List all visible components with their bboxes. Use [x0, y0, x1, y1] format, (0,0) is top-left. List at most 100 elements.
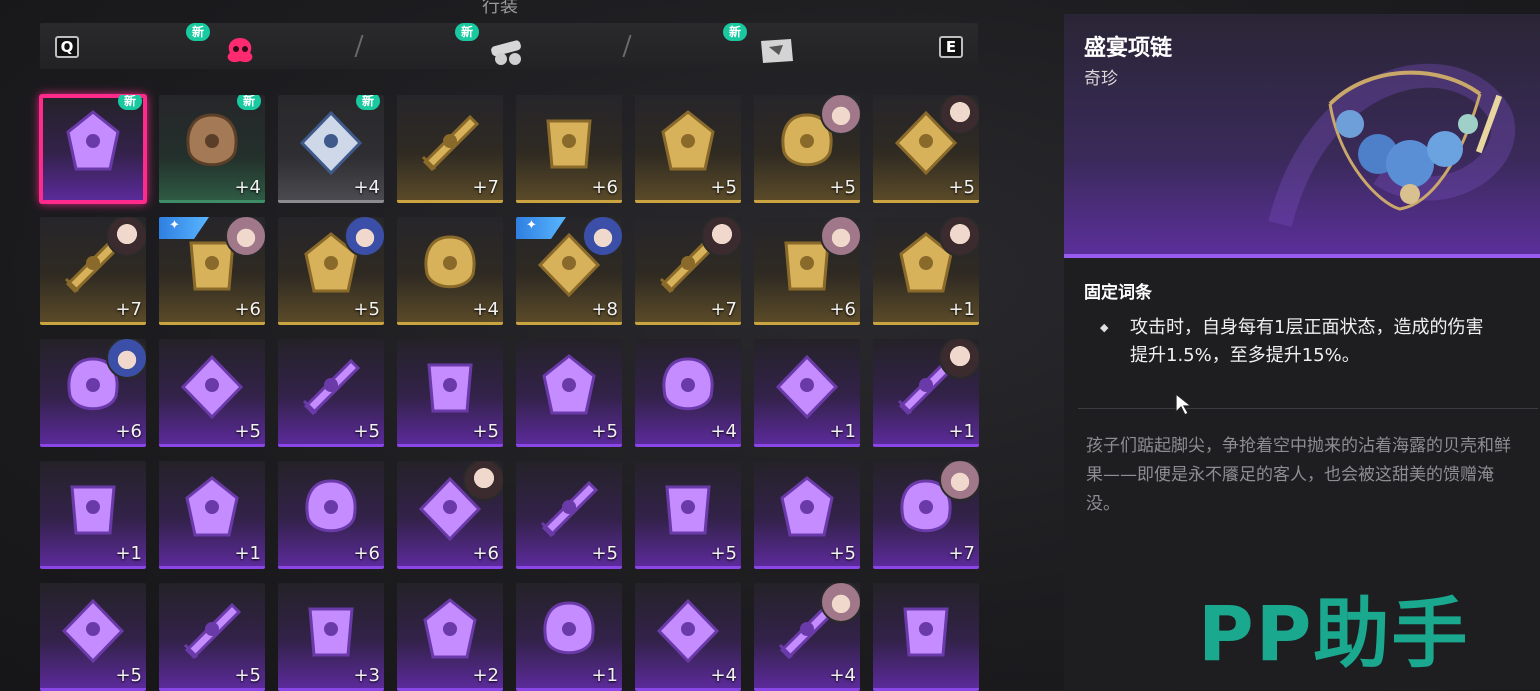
inventory-slot-iron-armor[interactable]: +1 — [516, 583, 622, 691]
item-lore: 孩子们踮起脚尖，争抢着空中抛来的沾着海露的贝壳和鲜果——即便是永不餍足的客人，也… — [1086, 436, 1511, 514]
inventory-slot-plate-armor[interactable]: +5 — [159, 583, 265, 691]
inventory-slot-red-beast[interactable]: +7 — [635, 217, 741, 325]
inventory-slot-striped-shirt[interactable]: 新 +4 — [278, 95, 384, 203]
upgrade-level: +4 — [234, 177, 261, 198]
tab-accessories[interactable]: 新 — [186, 23, 270, 65]
inventory-slot-vest[interactable]: +3 — [278, 583, 384, 691]
owner-avatar — [939, 461, 979, 501]
inventory-slot-pirate-hat[interactable]: +4 — [397, 217, 503, 325]
cloak-icon — [61, 598, 125, 664]
harp-gold-icon — [185, 476, 239, 537]
divider — [1078, 408, 1538, 409]
inventory-slot-flintlock[interactable]: +6 — [40, 339, 146, 447]
inventory-slot-blue-gem[interactable] — [873, 583, 979, 691]
inventory-slot-banner[interactable]: +1 — [40, 461, 146, 569]
mask-flower-icon — [227, 38, 253, 63]
new-badge: 新 — [236, 95, 261, 110]
owner-avatar — [820, 583, 860, 623]
inventory-slot-flintlock[interactable]: +4 — [635, 339, 741, 447]
new-badge: 新 — [455, 23, 480, 41]
inventory-slot-harp-blue[interactable]: +5 — [278, 339, 384, 447]
inventory-slot-necklace[interactable]: 新 — [39, 94, 147, 204]
inventory-slot-dagger-dark[interactable]: +1 — [754, 339, 860, 447]
inventory-slot-blue-mask[interactable]: +6 — [159, 217, 265, 325]
upgrade-level: +6 — [353, 543, 380, 564]
prev-tab-key[interactable]: Q — [55, 36, 79, 58]
owner-avatar — [939, 95, 979, 135]
upgrade-level: +4 — [829, 665, 856, 686]
affix-text: 攻击时，自身每有1层正面状态，造成的伤害提升1.5%，至多提升15%。 — [1130, 317, 1484, 366]
inventory-slot-tall-boot[interactable]: +4 — [754, 583, 860, 691]
inventory-slot-feather-mantle[interactable]: +2 — [397, 583, 503, 691]
inventory-slot-gold-gauntlet[interactable]: +5 — [873, 95, 979, 203]
upgrade-level: +6 — [591, 177, 618, 198]
owner-avatar — [582, 217, 622, 257]
upgrade-level: +1 — [829, 421, 856, 442]
inventory-slot-skull-helm[interactable]: +5 — [635, 95, 741, 203]
upgrade-level: +4 — [710, 665, 737, 686]
banner-icon — [70, 485, 116, 535]
dagger-dark-icon — [775, 354, 839, 420]
tab-separator — [622, 35, 632, 57]
inventory-slot-jester-mask[interactable]: +5 — [516, 461, 622, 569]
inventory-slot-gold-helm[interactable]: +5 — [278, 217, 384, 325]
upgrade-level: +5 — [710, 177, 737, 198]
upgrade-level: +5 — [829, 543, 856, 564]
upgrade-level: +5 — [234, 421, 261, 442]
next-tab-key[interactable]: E — [939, 36, 963, 58]
inventory-slot-boot[interactable]: +4 — [635, 583, 741, 691]
inventory-slot-dagger-dark[interactable]: +1 — [873, 339, 979, 447]
item-detail-header: 盛宴项链 奇珍 — [1064, 14, 1540, 258]
harp-pink-icon — [542, 354, 596, 415]
affix-line: 攻击时，自身每有1层正面状态，造成的伤害提升1.5%，至多提升15%。 — [1100, 314, 1500, 370]
upgrade-level: +6 — [234, 299, 261, 320]
inventory-slot-top-hat[interactable]: +5 — [754, 461, 860, 569]
inventory-slot-leaf-armor[interactable]: +8 — [516, 217, 622, 325]
inventory-slot-purple-gauntlet[interactable]: +1 — [873, 217, 979, 325]
inventory-slot-flame-gauntlet[interactable]: +5 — [754, 95, 860, 203]
owner-avatar — [820, 217, 860, 257]
inventory-slot-red-armor[interactable]: +6 — [754, 217, 860, 325]
tab-weapons[interactable]: 新 — [455, 23, 537, 65]
upgrade-level: +5 — [353, 421, 380, 442]
upgrade-level: +5 — [591, 421, 618, 442]
inventory-slot-cloak[interactable]: +5 — [40, 583, 146, 691]
upgrade-level: +5 — [710, 543, 737, 564]
inventory-slot-jester-mask[interactable]: +6 — [278, 461, 384, 569]
upgrade-level: +1 — [948, 421, 975, 442]
scroll-flag-icon — [761, 39, 793, 63]
inventory-slot-dagger[interactable]: +7 — [397, 95, 503, 203]
potion-icon — [427, 363, 473, 413]
upgrade-level: +1 — [591, 665, 618, 686]
upgrade-level: +5 — [115, 665, 142, 686]
inventory-slot-gold-mask[interactable]: +6 — [397, 461, 503, 569]
jester-mask-icon — [305, 479, 357, 533]
owner-avatar — [344, 217, 384, 257]
top-hat-icon — [780, 476, 834, 537]
inventory-slot-skull-helm[interactable]: +6 — [516, 95, 622, 203]
skull-helm-icon — [546, 119, 592, 169]
upgrade-level: +7 — [472, 177, 499, 198]
inventory-slot-witch-hat[interactable]: +5 — [635, 461, 741, 569]
item-rarity: 奇珍 — [1084, 69, 1118, 89]
inventory-slot-steel-armor[interactable]: +7 — [873, 461, 979, 569]
mouse-cursor-icon — [1175, 392, 1193, 416]
new-badge: 新 — [117, 95, 142, 110]
upgrade-level: +8 — [591, 299, 618, 320]
tab-misc[interactable]: 新 — [723, 23, 805, 65]
inventory-slot-harp-pink[interactable]: +5 — [516, 339, 622, 447]
inventory-slot-potion[interactable]: +5 — [397, 339, 503, 447]
upgrade-level: +5 — [472, 421, 499, 442]
striped-shirt-icon — [299, 110, 363, 176]
inventory-slot-ship-model[interactable]: +7 — [40, 217, 146, 325]
watermark-logo: PP助手 — [1198, 589, 1470, 678]
upgrade-level: +2 — [472, 665, 499, 686]
inventory-slot-scimitar[interactable]: +5 — [159, 339, 265, 447]
pirate-hat-icon — [424, 235, 476, 289]
iron-armor-icon — [543, 601, 595, 655]
upgrade-level: +5 — [948, 177, 975, 198]
inventory-slot-harp-gold[interactable]: +1 — [159, 461, 265, 569]
owner-avatar — [106, 217, 146, 257]
inventory-slot-hood[interactable]: 新 +4 — [159, 95, 265, 203]
upgrade-level: +7 — [710, 299, 737, 320]
